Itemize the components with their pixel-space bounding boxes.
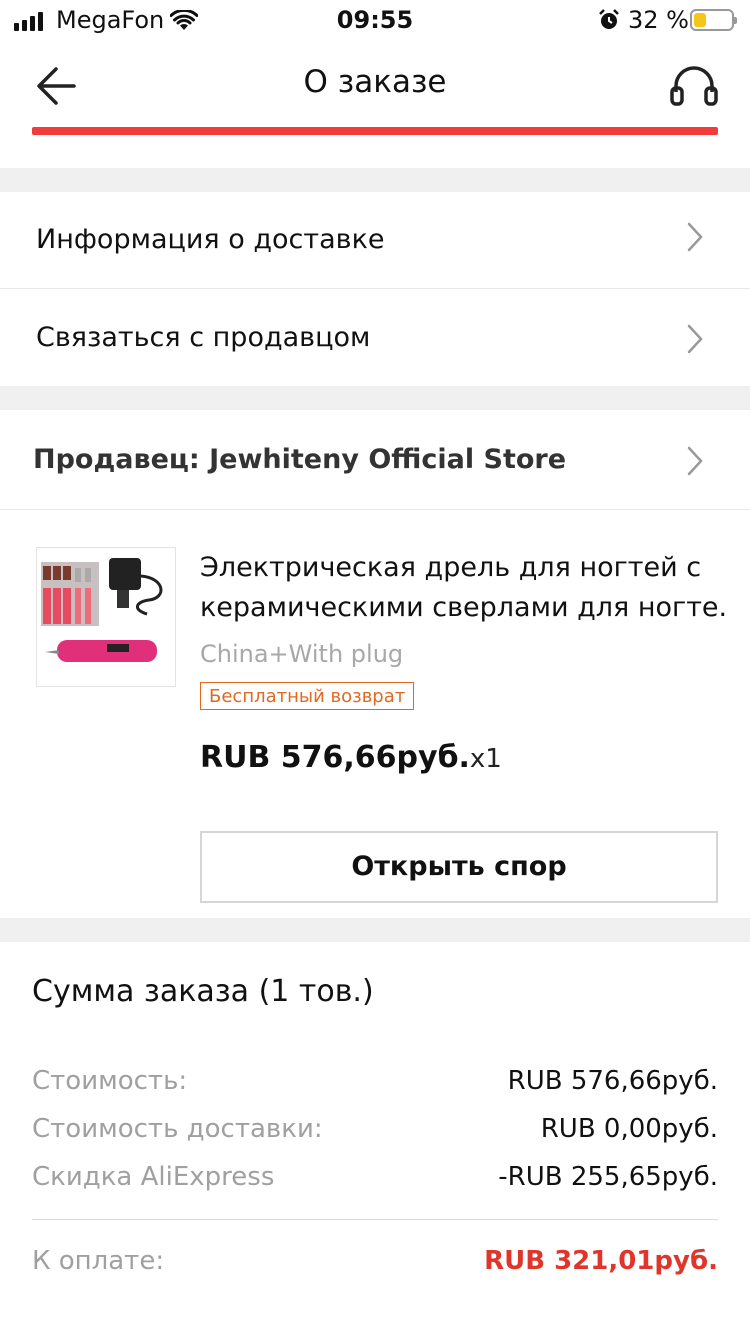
product-title-line1: Электрическая дрель для ногтей с [200, 552, 702, 583]
section-gap [0, 168, 750, 192]
page-title: О заказе [303, 64, 447, 100]
summary-label: Стоимость: [32, 1066, 188, 1096]
summary-label: Стоимость доставки: [32, 1114, 323, 1144]
summary-label: Скидка AliExpress [32, 1162, 275, 1192]
summary-row-shipping: Стоимость доставки: RUB 0,00руб. [32, 1114, 718, 1144]
seller-name: Продавец: Jewhiteny Official Store [33, 444, 567, 475]
battery-icon [690, 9, 737, 31]
summary-value: RUB 0,00руб. [540, 1114, 718, 1144]
row-divider [0, 509, 750, 510]
summary-row-cost: Стоимость: RUB 576,66руб. [32, 1066, 718, 1096]
product-price: RUB 576,66руб.x1 [200, 740, 502, 775]
summary-value: RUB 576,66руб. [507, 1066, 718, 1096]
product-title[interactable]: Электрическая дрель для ногтей с керамич… [200, 548, 730, 628]
order-summary-title: Сумма заказа (1 тов.) [32, 974, 374, 1009]
summary-divider [32, 1219, 718, 1220]
status-bar: MegaFon 09:55 32 % [0, 0, 750, 44]
section-gap [0, 386, 750, 410]
row-divider [0, 288, 750, 289]
header-accent-line [32, 127, 718, 135]
summary-value: -RUB 255,65руб. [498, 1162, 718, 1192]
nail-drill-product-image [37, 548, 175, 686]
alarm-icon [599, 9, 619, 29]
open-dispute-button[interactable]: Открыть спор [200, 831, 718, 903]
delivery-info-label: Информация о доставке [36, 224, 385, 255]
product-price-value: RUB 576,66руб. [200, 740, 470, 775]
contact-seller-label: Связаться с продавцом [36, 322, 371, 353]
summary-row-discount: Скидка AliExpress -RUB 255,65руб. [32, 1162, 718, 1192]
summary-row-total: К оплате: RUB 321,01руб. [32, 1246, 718, 1276]
chevron-right-icon [687, 222, 703, 252]
product-thumbnail[interactable] [36, 547, 176, 687]
battery-percent: 32 % [628, 6, 689, 34]
total-label: К оплате: [32, 1246, 165, 1276]
delivery-info-row[interactable]: Информация о доставке [0, 192, 750, 289]
headset-icon [670, 66, 718, 106]
chevron-right-icon [687, 446, 703, 476]
product-title-line2: керамическими сверлами для ногте... [200, 592, 730, 623]
chevron-right-icon [687, 324, 703, 354]
total-value: RUB 321,01руб. [484, 1246, 718, 1276]
section-gap [0, 918, 750, 942]
contact-seller-row[interactable]: Связаться с продавцом [0, 290, 750, 386]
support-button[interactable] [666, 62, 722, 112]
free-return-badge: Бесплатный возврат [200, 682, 415, 710]
product-variant: China+With plug [200, 640, 404, 668]
product-quantity: x1 [469, 744, 502, 774]
